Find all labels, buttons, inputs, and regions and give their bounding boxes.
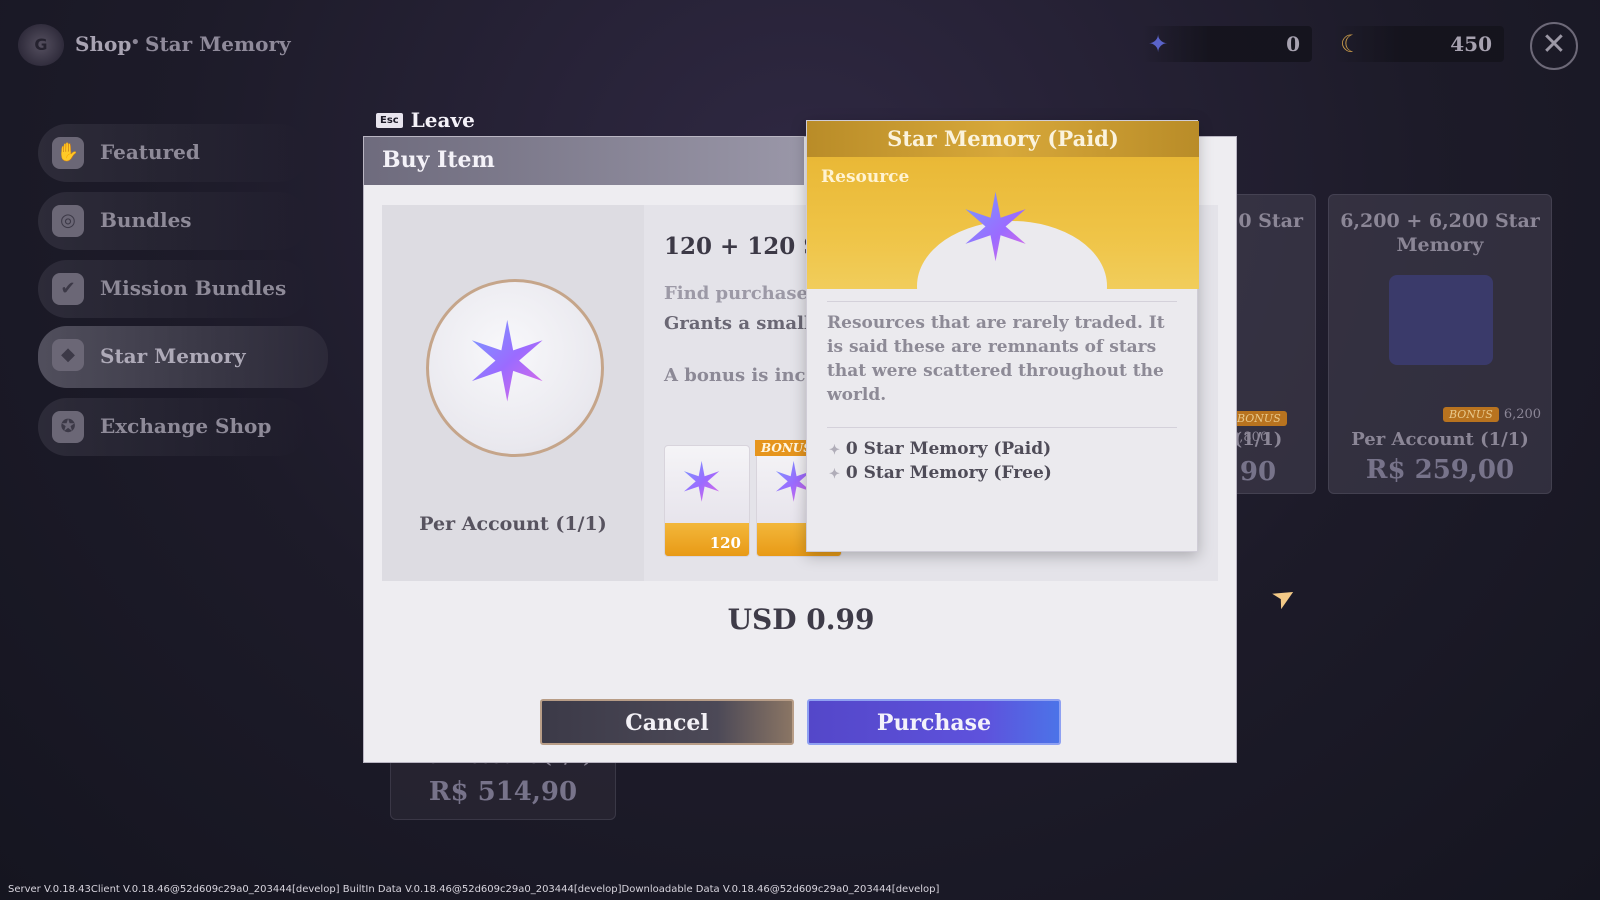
item-image-panel: ✶ Per Account (1/1) [382, 205, 644, 581]
divider [827, 427, 1177, 428]
star-memory-icon: ✶ [462, 301, 553, 426]
item-description-line: Find purchased [664, 283, 821, 304]
breadcrumb-current-page: Star Memory [145, 32, 291, 56]
star-chest-icon [1389, 275, 1493, 365]
plus-icon: ✦ [829, 467, 840, 482]
hand-icon: ✋ [52, 137, 84, 169]
currency-value: 0 [1286, 32, 1300, 56]
tooltip-stat: ✦ 0 Star Memory (Free) [829, 463, 1052, 483]
tooltip-header: Star Memory (Paid) [807, 121, 1199, 157]
card-price: R$ 259,00 [1365, 455, 1515, 485]
item-description-line: A bonus is inclu [664, 365, 826, 386]
plus-icon: ✦ [829, 443, 840, 458]
close-icon: ✕ [1541, 27, 1567, 62]
sidebar-item-label: Exchange Shop [100, 414, 272, 438]
cursor-icon: ➤ [1265, 576, 1303, 617]
sidebar-item-label: Featured [100, 140, 200, 164]
currency-star-memory[interactable]: ✦ 0 [1142, 26, 1312, 62]
version-footer: Server V.0.18.43Client V.0.18.46@52d609c… [8, 884, 940, 895]
dialog-title: Buy Item [382, 147, 495, 173]
item-orb: ✶ [426, 279, 604, 457]
sidebar-item-exchange-shop[interactable]: ✪ Exchange Shop [38, 398, 308, 456]
item-description-line: Grants a small a [664, 313, 829, 334]
currency-value: 450 [1450, 32, 1492, 56]
tooltip-stat: ✦ 0 Star Memory (Paid) [829, 439, 1052, 459]
sidebar-item-label: Mission Bundles [100, 276, 287, 300]
breadcrumb-shop[interactable]: Shop [75, 32, 131, 56]
card-per-account: Per Account (1/1) [1351, 429, 1529, 450]
tooltip-description: Resources that are rarely traded. It is … [827, 313, 1165, 405]
cancel-button[interactable]: Cancel [540, 699, 794, 745]
close-button[interactable]: ✕ [1530, 22, 1578, 70]
leave-label: Leave [410, 108, 475, 132]
sidebar-item-featured[interactable]: ✋ Featured [38, 124, 308, 182]
card-title: 6,200 + 6,200 Star Memory [1340, 210, 1540, 256]
card-price: R$ 514,90 [428, 777, 578, 807]
star-memory-icon: ✶ [679, 451, 725, 514]
currency-moon[interactable]: ☾ 450 [1334, 26, 1504, 62]
logo-letter: G [34, 35, 48, 54]
item-tooltip: Star Memory (Paid) Resource ✶ Resources … [806, 120, 1199, 552]
breadcrumb-separator: • [130, 32, 141, 53]
sidebar-item-bundles[interactable]: ◎ Bundles [38, 192, 308, 250]
moon-currency-icon: ☾ [1340, 30, 1362, 58]
dialog-header: Buy Item [364, 137, 804, 185]
reward-quantity: 120 [709, 534, 741, 552]
esc-key-icon: Esc [376, 112, 403, 128]
mission-icon: ✔ [52, 273, 84, 305]
coins-icon: ◎ [52, 205, 84, 237]
purchase-limit: Per Account (1/1) [419, 513, 607, 535]
gem-icon: ◆ [52, 339, 84, 371]
exchange-icon: ✪ [52, 411, 84, 443]
star-memory-icon: ✶ [957, 175, 1035, 282]
leave-button[interactable]: Esc Leave [376, 108, 475, 132]
bonus-badge: BONUS 6,200 [1443, 403, 1541, 422]
game-logo: G [18, 24, 64, 66]
sidebar-item-label: Bundles [100, 208, 192, 232]
star-memory-icon: ✦ [1148, 30, 1169, 58]
sidebar-item-label: Star Memory [100, 344, 246, 368]
sidebar-item-star-memory[interactable]: ◆ Star Memory [38, 326, 328, 388]
sidebar-item-mission-bundles[interactable]: ✔ Mission Bundles [38, 260, 308, 318]
price-total: USD 0.99 [727, 603, 875, 636]
divider [827, 301, 1177, 302]
tooltip-title: Star Memory (Paid) [887, 126, 1119, 151]
purchase-button[interactable]: Purchase [807, 699, 1061, 745]
shop-card[interactable]: 6,200 + 6,200 Star Memory BONUS 6,200 Pe… [1328, 194, 1552, 494]
reward-slot[interactable]: ✶ 120 [664, 445, 750, 557]
tooltip-hero: Resource ✶ [807, 157, 1199, 289]
tooltip-type: Resource [821, 167, 910, 187]
